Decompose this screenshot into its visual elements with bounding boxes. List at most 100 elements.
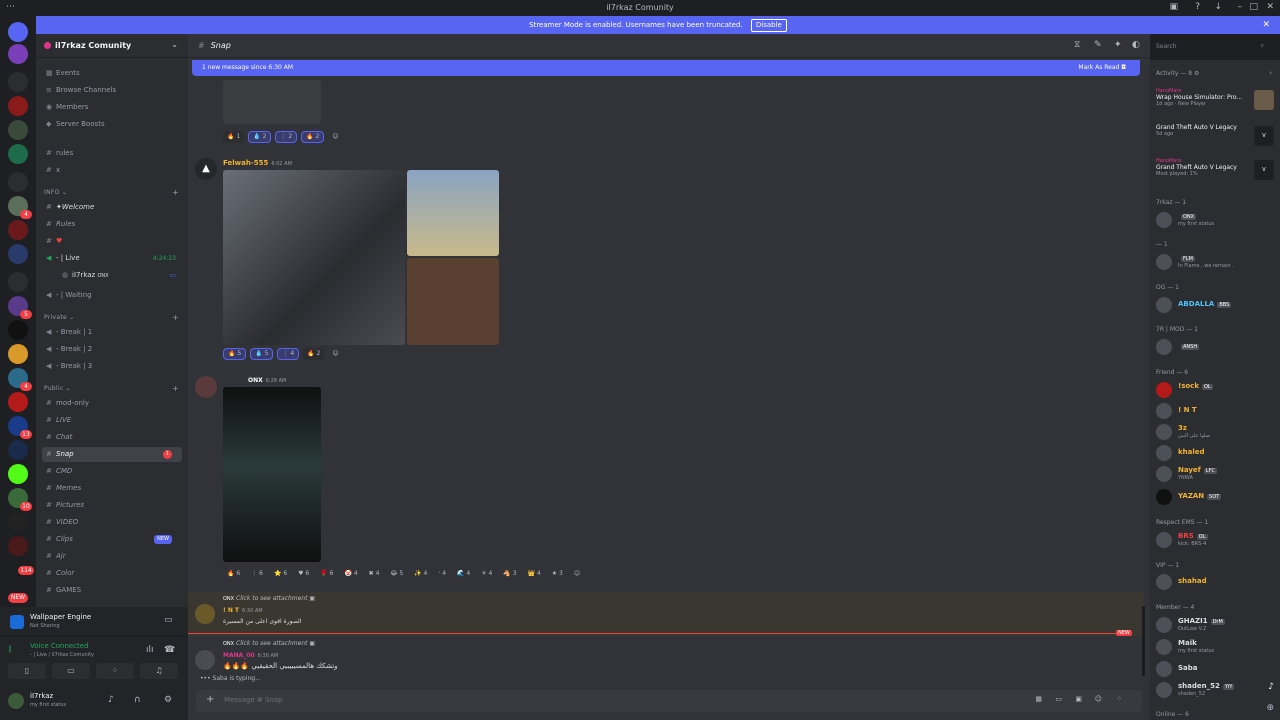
- settings-icon[interactable]: ⚙: [164, 695, 172, 705]
- soundboard-button[interactable]: ♫: [140, 663, 178, 679]
- reaction[interactable]: 🔥 2: [301, 131, 325, 143]
- channel-rules-info[interactable]: # Rules: [42, 217, 182, 232]
- disable-streamer-button[interactable]: Disable: [750, 19, 787, 32]
- folder-icon[interactable]: [8, 72, 28, 92]
- message-author[interactable]: Felwah-555 6:02 AM: [223, 159, 292, 167]
- reaction[interactable]: 🐴 3: [499, 568, 520, 580]
- server-header[interactable]: iI7rkaz Comunity ⌄: [36, 34, 188, 58]
- server-icon[interactable]: [8, 392, 28, 412]
- member-item[interactable]: FLM In Flame , we remain .: [1156, 252, 1274, 272]
- disconnect-icon[interactable]: ☎: [164, 645, 175, 655]
- member-item[interactable]: khaled: [1156, 443, 1274, 463]
- reaction[interactable]: 🔥 1: [223, 131, 245, 143]
- message-author[interactable]: ! N T 6:30 AM: [223, 607, 263, 614]
- home-icon[interactable]: [8, 22, 28, 42]
- server-icon[interactable]: [8, 120, 28, 140]
- member-item[interactable]: GHAZI1 DrM OutLaw V.2: [1156, 615, 1274, 635]
- channel-clips[interactable]: # Clips NEW: [42, 532, 182, 547]
- noise-suppression-icon[interactable]: ılı: [146, 645, 154, 655]
- channel-welcome[interactable]: # ✦Welcome: [42, 200, 182, 215]
- reaction[interactable]: ♥ 6: [294, 568, 313, 580]
- screen-share-icon[interactable]: ▭: [164, 615, 173, 625]
- reaction[interactable]: 🤡 4: [340, 568, 361, 580]
- server-icon[interactable]: [8, 464, 28, 484]
- share-screen-button[interactable]: ▭: [52, 663, 90, 679]
- member-item[interactable]: Maik my first status: [1156, 637, 1274, 657]
- new-servers-badge[interactable]: NEW: [8, 593, 28, 603]
- message-author[interactable]: ONX 6:28 AM: [248, 377, 286, 384]
- pin-icon[interactable]: ✦: [1114, 40, 1122, 50]
- reaction[interactable]: 🔥 5: [223, 348, 247, 360]
- inbox-icon[interactable]: ▣: [1169, 2, 1178, 12]
- voice-channel-waiting[interactable]: ◀ - | Waiting: [42, 288, 182, 303]
- scrollbar[interactable]: [1142, 606, 1145, 676]
- apps-icon[interactable]: ⁘: [1116, 695, 1122, 703]
- channel-video[interactable]: # VIDEO: [42, 515, 182, 530]
- channel-ajr[interactable]: # Ajr: [42, 549, 182, 564]
- activities-button[interactable]: ⁘: [96, 663, 134, 679]
- video-button[interactable]: ▯: [8, 663, 46, 679]
- reaction[interactable]: 🌊 4: [453, 568, 474, 580]
- server-icon[interactable]: [8, 320, 28, 340]
- add-attachment-icon[interactable]: +: [206, 694, 214, 705]
- member-list-icon[interactable]: ◐: [1132, 40, 1140, 50]
- reply-reference[interactable]: ONX Click to see attachment ▣: [223, 595, 315, 602]
- avatar[interactable]: [8, 693, 24, 709]
- chevron-right-icon[interactable]: ›: [1269, 69, 1272, 77]
- channel-snap[interactable]: # Snap 1: [42, 447, 182, 462]
- channel-color[interactable]: # Color: [42, 566, 182, 581]
- nav-events[interactable]: ▦ Events: [42, 66, 182, 81]
- attachment-video[interactable]: [223, 387, 321, 562]
- server-icon[interactable]: [8, 440, 28, 460]
- add-reaction-icon[interactable]: ☺: [328, 348, 342, 360]
- attachment-image[interactable]: [223, 80, 321, 124]
- attachment-image[interactable]: [223, 170, 405, 345]
- avatar[interactable]: [195, 376, 217, 398]
- voice-channel-break-2[interactable]: ◀ - Break | 2: [42, 342, 182, 357]
- member-item[interactable]: !sock OL: [1156, 380, 1274, 400]
- category-info[interactable]: INFO ⌄ +: [44, 188, 179, 197]
- server-icon[interactable]: [8, 512, 28, 532]
- reaction[interactable]: 🌹 6: [316, 568, 337, 580]
- nav-server-boosts[interactable]: ◆ Server Boosts: [42, 117, 182, 132]
- avatar[interactable]: ▲: [195, 158, 217, 180]
- channel-red[interactable]: # ♥: [42, 234, 182, 249]
- attachment-image[interactable]: [407, 170, 499, 256]
- reaction[interactable]: · 4: [434, 568, 450, 580]
- help-icon[interactable]: ⊕: [1266, 703, 1274, 713]
- folder-icon[interactable]: [8, 272, 28, 292]
- channel-rules[interactable]: # rules: [42, 146, 182, 161]
- reply-reference[interactable]: ONX Click to see attachment ▣: [223, 640, 315, 647]
- category-private[interactable]: Private ⌄ +: [44, 313, 179, 322]
- channel-mod-only[interactable]: # mod-only: [42, 396, 182, 411]
- microphone-icon[interactable]: ♪: [108, 695, 114, 705]
- member-item[interactable]: ABDALLA BBS: [1156, 295, 1274, 315]
- attachment-image[interactable]: [407, 258, 499, 345]
- server-icon[interactable]: [8, 44, 28, 64]
- server-icon[interactable]: [8, 220, 28, 240]
- download-icon[interactable]: ↓: [1214, 2, 1222, 12]
- member-item[interactable]: ANSH: [1156, 337, 1274, 357]
- voice-channel-live[interactable]: ◀ - | Live 4:24:23: [42, 251, 182, 266]
- member-item[interactable]: Nayef LFC YNWA: [1156, 464, 1274, 484]
- member-item[interactable]: Saba: [1156, 659, 1274, 679]
- maximize-icon[interactable]: □: [1249, 2, 1258, 12]
- search-input[interactable]: Search ⌕: [1152, 40, 1268, 54]
- voice-channel-break-1[interactable]: ◀ - Break | 1: [42, 325, 182, 340]
- mark-as-read-button[interactable]: Mark As Read ◘: [1078, 60, 1126, 76]
- member-item[interactable]: shaden_52 YIY shaden_52: [1156, 680, 1274, 700]
- channel-memes[interactable]: # Memes: [42, 481, 182, 496]
- reaction[interactable]: ✨ 4: [410, 568, 431, 580]
- member-item[interactable]: ONX my first status: [1156, 210, 1274, 230]
- sticker-icon[interactable]: ▣: [1075, 695, 1082, 703]
- mute-icon[interactable]: ✎: [1094, 40, 1102, 50]
- reaction[interactable]: ⋮ 2: [275, 131, 298, 143]
- message-composer[interactable]: + Message # Snap ▦ ▭ ▣ ☺ ⁘: [196, 690, 1142, 712]
- reaction[interactable]: ✖ 4: [365, 568, 384, 580]
- server-icon[interactable]: [8, 536, 28, 556]
- server-icon[interactable]: [8, 344, 28, 364]
- voice-user[interactable]: ◍ iI7rkaz ONX ▭: [58, 268, 182, 283]
- server-icon[interactable]: [8, 96, 28, 116]
- reaction[interactable]: 👑 4: [524, 568, 545, 580]
- message-input[interactable]: Message # Snap: [224, 696, 283, 704]
